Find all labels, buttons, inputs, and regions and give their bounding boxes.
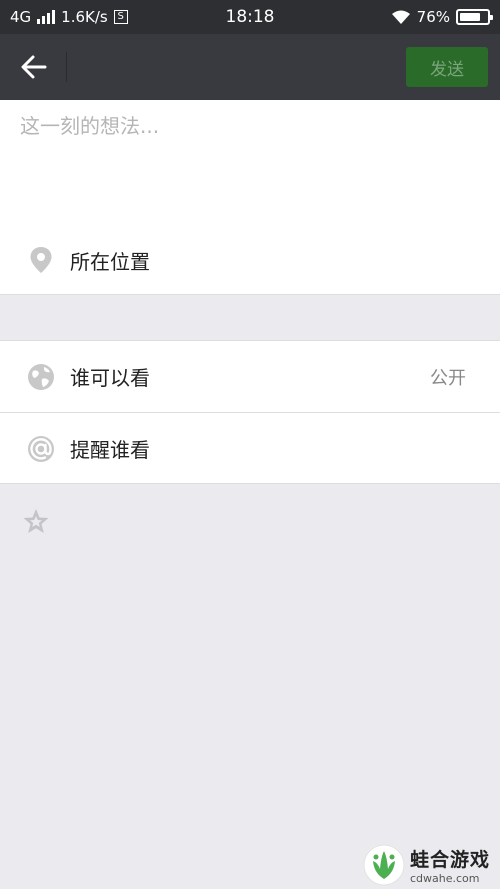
sim-icon: S: [113, 10, 128, 24]
back-button[interactable]: [14, 48, 54, 86]
globe-icon: [26, 362, 56, 392]
star-button[interactable]: [20, 505, 52, 537]
watermark-title: 蛙合游戏: [410, 848, 491, 871]
navbar: 发送: [0, 34, 500, 100]
watermark-url: cdwahe.com: [410, 871, 480, 885]
post-text-input[interactable]: [20, 110, 480, 200]
who-can-see-row[interactable]: 谁可以看 公开: [0, 341, 500, 412]
who-can-see-label: 谁可以看: [70, 366, 150, 390]
send-button[interactable]: 发送: [406, 47, 488, 87]
wifi-icon: [391, 10, 410, 24]
battery-icon: [456, 9, 493, 25]
watermark: 蛙合游戏 cdwahe.com: [362, 840, 500, 889]
battery-fill: [460, 13, 480, 21]
at-icon: [26, 434, 56, 464]
status-bar: 4G 1.6K/s S 18:18 76%: [0, 0, 500, 34]
network-type: 4G: [10, 8, 32, 26]
battery-percent: 76%: [416, 8, 450, 26]
location-label: 所在位置: [70, 249, 150, 274]
signal-icon: [37, 10, 56, 24]
status-left: 4G 1.6K/s S: [10, 8, 128, 26]
star-icon: [23, 509, 49, 533]
watermark-text: 蛙合游戏 cdwahe.com: [410, 845, 490, 885]
status-right: 76%: [391, 8, 493, 26]
remind-who-row[interactable]: 提醒谁看: [0, 413, 500, 484]
network-speed: 1.6K/s: [61, 8, 108, 26]
remind-who-label: 提醒谁看: [70, 438, 150, 462]
location-row[interactable]: 所在位置: [0, 240, 500, 280]
arrow-left-icon: [21, 55, 47, 79]
visibility-value: 公开: [430, 367, 466, 389]
location-pin-icon: [26, 245, 56, 275]
frog-logo-icon: [363, 844, 405, 885]
nav-divider: [66, 52, 67, 82]
compose-area: 所在位置: [0, 100, 500, 295]
options-group: 谁可以看 公开 提醒谁看: [0, 340, 500, 484]
